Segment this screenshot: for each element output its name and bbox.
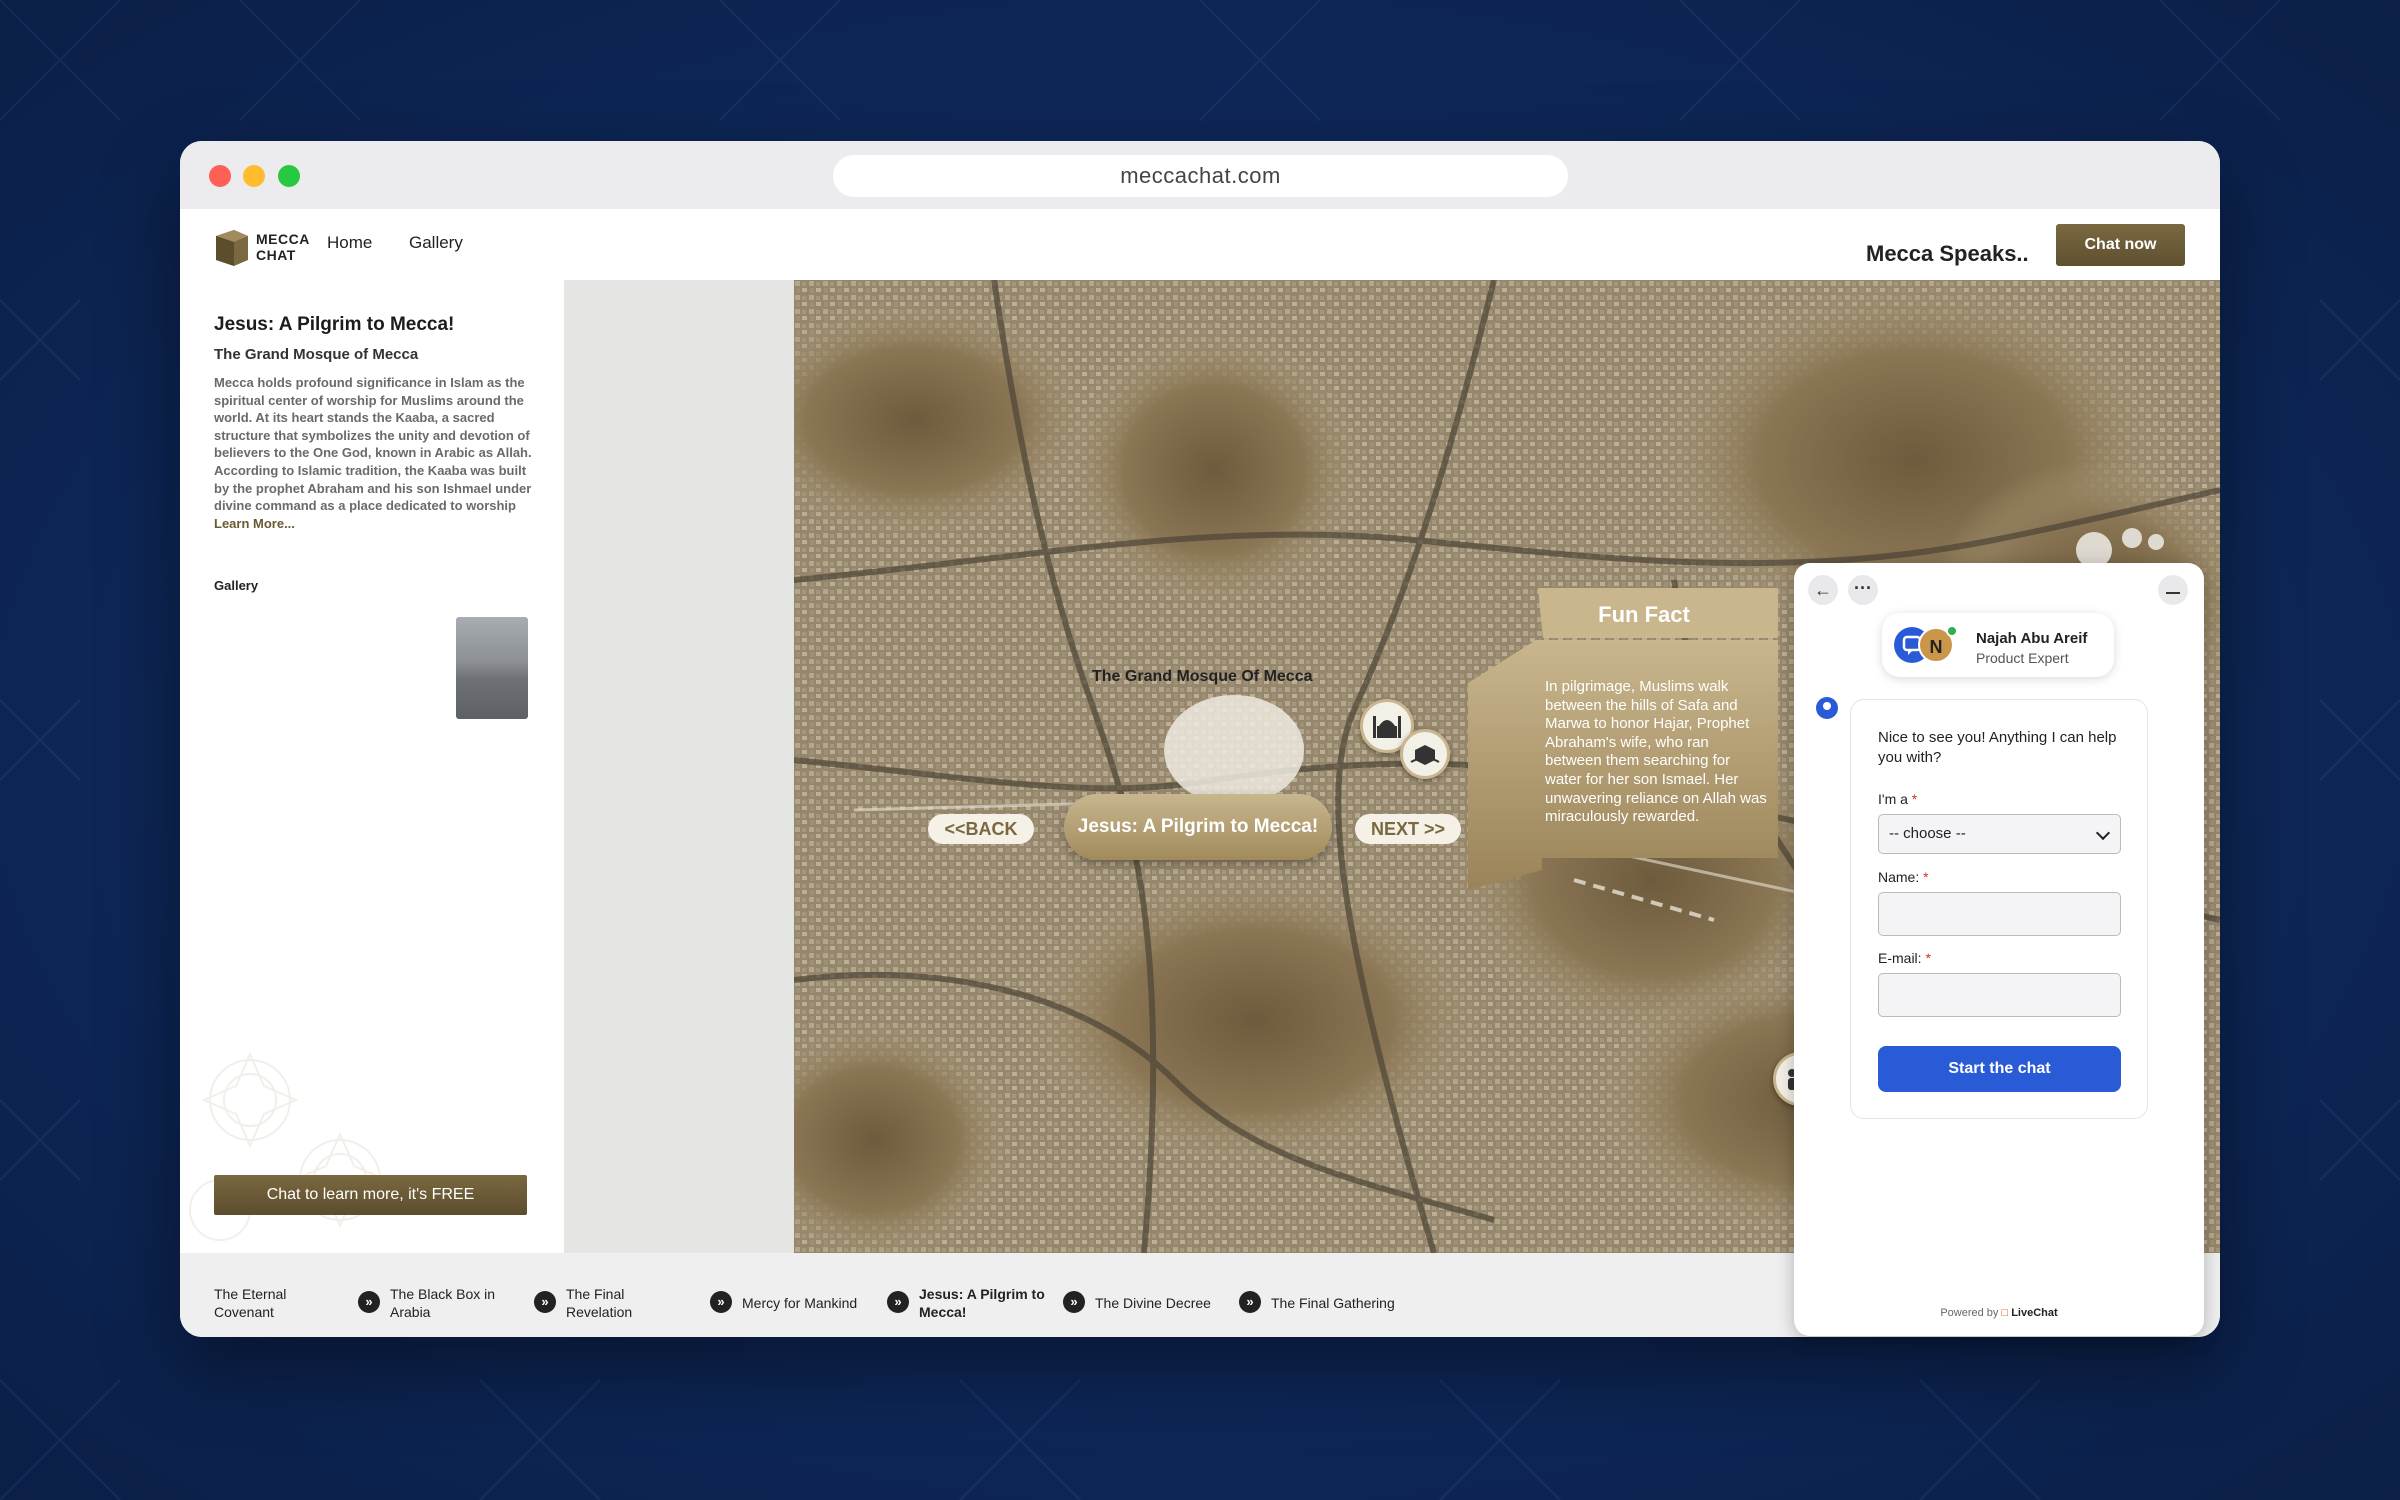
email-input[interactable] [1878, 973, 2121, 1017]
chevron-right-icon: » [1063, 1291, 1085, 1313]
role-label-text: I'm a [1878, 791, 1908, 807]
agent-role: Product Expert [1976, 650, 2069, 666]
role-select[interactable]: -- choose -- [1878, 814, 2121, 854]
timeline-label: The Divine Decree [1095, 1295, 1211, 1311]
start-chat-button[interactable]: Start the chat [1878, 1046, 2121, 1092]
kaaba-marker[interactable] [1400, 729, 1450, 779]
timeline-item[interactable]: The Final Revelation [566, 1285, 666, 1321]
gallery-heading: Gallery [214, 578, 259, 593]
site-tagline: Mecca Speaks.. [1866, 241, 2029, 266]
current-story-pill[interactable]: Jesus: A Pilgrim to Mecca! [1064, 794, 1332, 860]
timeline-label: The Final Revelation [566, 1286, 633, 1320]
story-subtitle: The Grand Mosque of Mecca [214, 346, 419, 363]
timeline-label: The Black Box in Arabia [390, 1286, 496, 1320]
name-label-text: Name: [1878, 869, 1920, 885]
chevron-right-icon: » [1239, 1291, 1261, 1313]
timeline-label: The Eternal Covenant [214, 1286, 287, 1320]
role-select-value: -- choose -- [1889, 825, 1966, 842]
back-button[interactable]: <<BACK [928, 814, 1034, 844]
chevron-right-icon: » [710, 1291, 732, 1313]
powered-by-footer[interactable]: Powered by □ LiveChat [1794, 1307, 2204, 1319]
gallery-thumbnail[interactable] [456, 617, 528, 719]
nav-home-link[interactable]: Home [327, 233, 372, 253]
name-field-label: Name: * [1878, 869, 1929, 885]
logo-line-1: MECCA [256, 231, 310, 247]
story-sidebar: Jesus: A Pilgrim to Mecca! The Grand Mos… [180, 280, 564, 1253]
livechat-widget: ← ··· N Najah Abu Areif Product Expert N… [1794, 563, 2204, 1336]
timeline-item[interactable]: The Black Box in Arabia [390, 1285, 510, 1321]
timeline-label: Jesus: A Pilgrim to Mecca! [919, 1286, 1045, 1320]
site-header: MECCA CHAT Home Gallery Mecca Speaks.. C… [180, 209, 2220, 280]
back-arrow-icon[interactable]: ← [1808, 575, 1838, 605]
agent-name: Najah Abu Areif [1976, 630, 2088, 647]
logo-text: MECCA CHAT [256, 231, 310, 263]
minimize-window-button[interactable] [243, 165, 265, 187]
close-window-button[interactable] [209, 165, 231, 187]
title-bar: meccachat.com [180, 141, 2220, 209]
role-field-label: I'm a * [1878, 791, 1917, 807]
livechat-logo-icon: □ [2001, 1307, 2009, 1319]
chevron-right-icon: » [358, 1291, 380, 1313]
email-field-label: E-mail: * [1878, 950, 1931, 966]
logo-line-2: CHAT [256, 247, 296, 263]
timeline-item[interactable]: The Final Gathering [1271, 1294, 1395, 1312]
agent-card: N Najah Abu Areif Product Expert [1882, 613, 2114, 677]
site-logo[interactable]: MECCA CHAT [214, 226, 309, 266]
fun-fact-title: Fun Fact [1598, 602, 1690, 627]
chevron-right-icon: » [887, 1291, 909, 1313]
chat-learn-more-button[interactable]: Chat to learn more, it's FREE [214, 1175, 527, 1215]
name-input[interactable] [1878, 892, 2121, 936]
online-status-dot [1946, 625, 1958, 637]
story-body: Mecca holds profound significance in Isl… [214, 374, 532, 532]
story-title: Jesus: A Pilgrim to Mecca! [214, 314, 455, 335]
chevron-down-icon [2095, 825, 2111, 841]
email-label-text: E-mail: [1878, 950, 1922, 966]
nav-gallery-link[interactable]: Gallery [409, 233, 463, 253]
greeting-message: Nice to see you! Anything I can help you… [1878, 729, 2117, 766]
timeline-item[interactable]: Mercy for Mankind [742, 1294, 857, 1312]
fun-fact-card: Fun Fact In pilgrimage, Muslims walk bet… [1468, 588, 1778, 890]
decorative-pattern [189, 1051, 389, 1241]
required-mark: * [1925, 950, 1931, 966]
bot-avatar-icon [1816, 697, 1838, 719]
timeline-item-active[interactable]: Jesus: A Pilgrim to Mecca! [919, 1285, 1054, 1321]
livechat-brand: LiveChat [2011, 1307, 2058, 1319]
next-button[interactable]: NEXT >> [1355, 814, 1461, 844]
map-margin [564, 280, 794, 1253]
timeline-item[interactable]: The Divine Decree [1095, 1294, 1211, 1312]
timeline-label: The Final Gathering [1271, 1295, 1395, 1311]
powered-by-text: Powered by [1940, 1307, 1999, 1319]
story-body-text: Mecca holds profound significance in Isl… [214, 375, 532, 514]
address-bar[interactable]: meccachat.com [833, 155, 1568, 197]
timeline-label: Mercy for Mankind [742, 1295, 858, 1311]
chat-now-button[interactable]: Chat now [2056, 224, 2185, 266]
chevron-right-icon: » [534, 1291, 556, 1313]
fun-fact-text: In pilgrimage, Muslims walk between the … [1545, 678, 1767, 826]
required-mark: * [1923, 869, 1929, 885]
pre-chat-form: Nice to see you! Anything I can help you… [1850, 699, 2148, 1119]
maximize-window-button[interactable] [278, 165, 300, 187]
map-place-label: The Grand Mosque Of Mecca [1092, 668, 1313, 685]
kaaba-logo-icon [216, 230, 248, 266]
kaaba-icon [1410, 745, 1440, 765]
minimize-chat-button[interactable] [2158, 575, 2188, 605]
timeline-item[interactable]: The Eternal Covenant [214, 1285, 324, 1321]
learn-more-link[interactable]: Learn More... [214, 516, 295, 531]
more-options-icon[interactable]: ··· [1848, 575, 1878, 605]
required-mark: * [1911, 791, 1918, 807]
